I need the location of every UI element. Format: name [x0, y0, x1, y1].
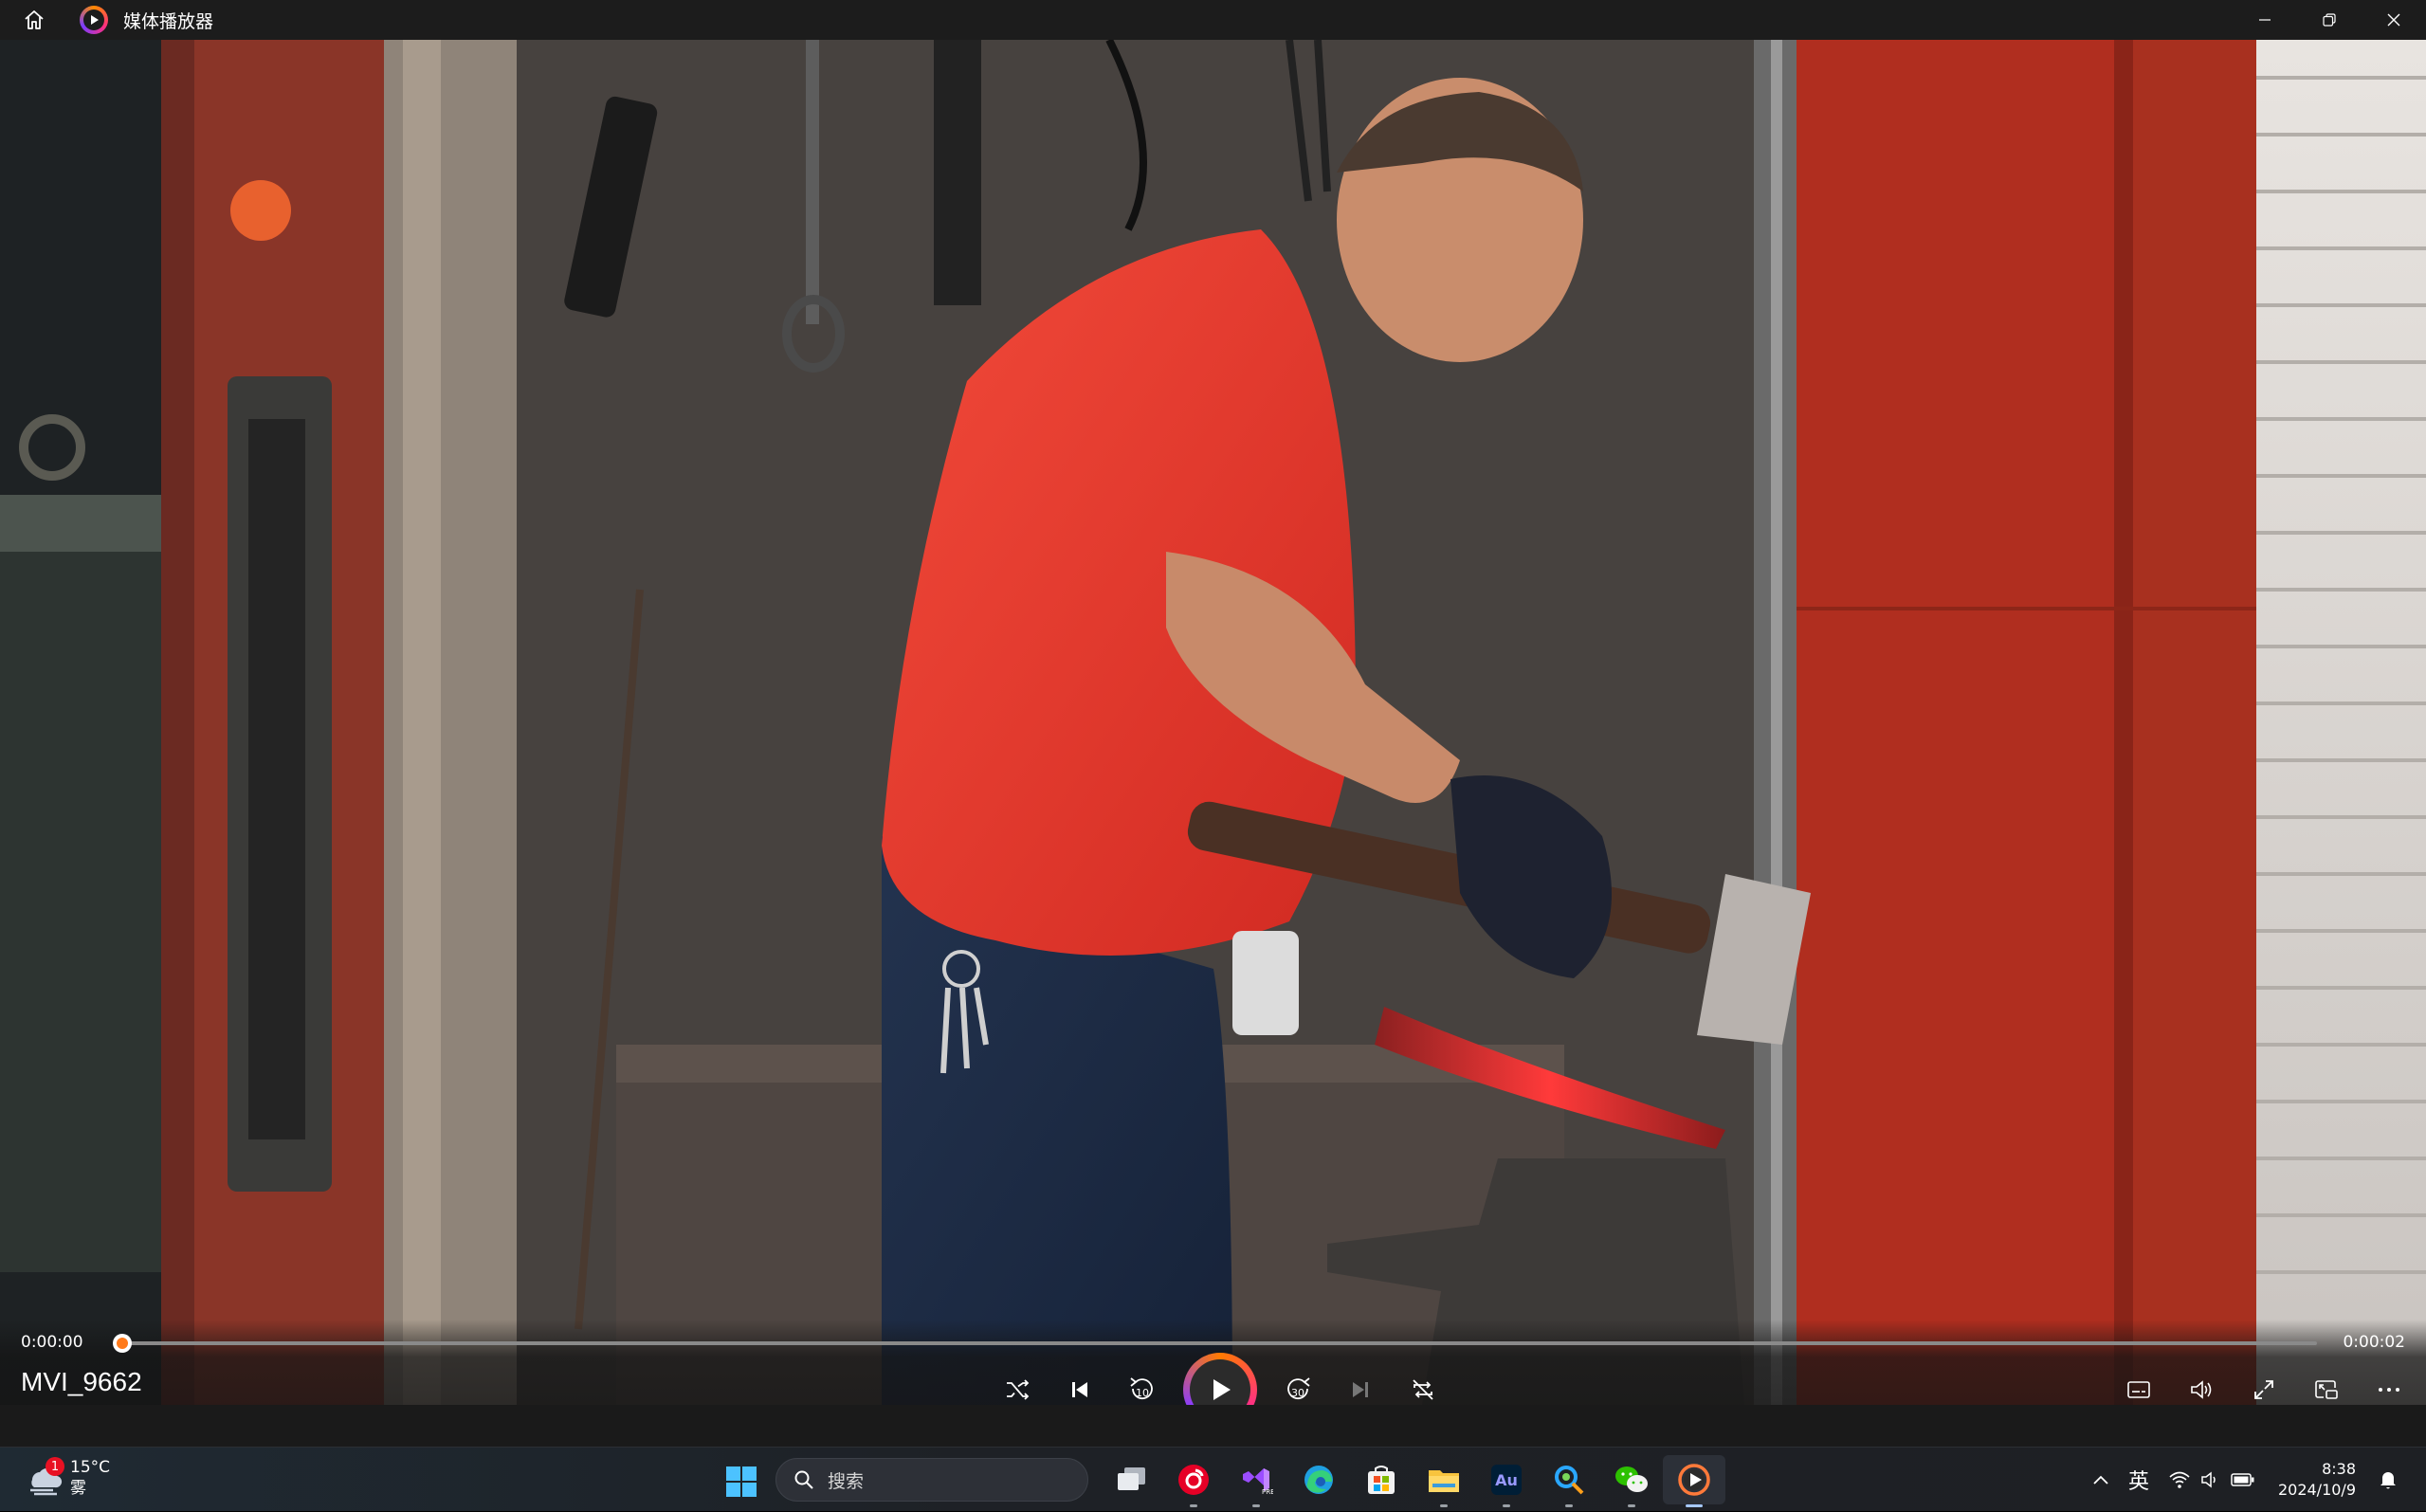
audition-icon: Au: [1491, 1465, 1522, 1495]
weather-condition: 雾: [70, 1479, 86, 1498]
video-frame[interactable]: 0:00:00 0:00:02: [0, 40, 2426, 1405]
bell-icon: [2380, 1472, 2396, 1489]
netease-music-icon: [1178, 1465, 1209, 1495]
task-view-icon: [1118, 1467, 1145, 1490]
clock-date: 2024/10/9: [2277, 1481, 2356, 1499]
player-bottom-strip: [0, 1405, 2426, 1447]
taskbar-task-view[interactable]: [1100, 1455, 1162, 1504]
show-hidden-icons-button[interactable]: [2083, 1448, 2119, 1512]
edge-browser-icon: [1304, 1466, 1333, 1494]
media-title: MVI_9662: [21, 1367, 142, 1396]
svg-text:PRE: PRE: [1262, 1488, 1273, 1496]
svg-text:Au: Au: [1495, 1471, 1518, 1489]
svg-text:10: 10: [1136, 1387, 1149, 1399]
play-icon: [1213, 1379, 1231, 1400]
minimize-icon: [2259, 19, 2271, 21]
rewind-10-icon: 10: [1130, 1377, 1153, 1400]
folder-icon: [1429, 1470, 1459, 1492]
video-scene-image: [0, 40, 2426, 1405]
volume-icon: [2191, 1380, 2212, 1399]
taskbar-wechat[interactable]: [1600, 1455, 1663, 1507]
window-title: 媒体播放器: [123, 10, 214, 32]
taskbar-file-explorer[interactable]: [1413, 1455, 1475, 1507]
input-language[interactable]: 英: [2119, 1448, 2159, 1512]
taskbar-netease-music[interactable]: [1162, 1455, 1225, 1507]
taskbar: 1 15°C 雾 搜索 PRE Au 英 8:38 2024/10/9: [0, 1447, 2426, 1511]
more-icon: [2379, 1388, 2399, 1392]
fullscreen-icon: [2254, 1380, 2273, 1399]
store-icon: [1368, 1466, 1395, 1494]
repeat-off-icon: [1413, 1379, 1433, 1400]
weather-widget[interactable]: 1 15°C 雾: [25, 1457, 110, 1499]
battery-icon: [2231, 1473, 2254, 1486]
taskbar-apps: PRE Au: [1100, 1455, 1725, 1507]
minimize-button[interactable]: [2233, 0, 2297, 40]
weather-badge: 1: [46, 1457, 64, 1476]
player-controls-bottom: MVI_9662 10 30: [0, 1310, 2426, 1427]
speaker-icon: [2201, 1471, 2216, 1488]
home-button[interactable]: [0, 0, 68, 40]
taskbar-microsoft-store[interactable]: [1350, 1455, 1413, 1504]
clock[interactable]: 8:38 2024/10/9: [2265, 1459, 2369, 1501]
taskbar-audition[interactable]: Au: [1475, 1455, 1538, 1507]
home-icon: [25, 10, 44, 29]
wifi-icon: [2169, 1471, 2190, 1488]
restore-icon: [2323, 13, 2336, 27]
visual-studio-icon: PRE: [1243, 1468, 1273, 1496]
taskbar-media-player[interactable]: [1663, 1455, 1725, 1507]
media-player-icon: [80, 6, 108, 34]
colorful-search-icon: [1555, 1466, 1584, 1495]
wechat-icon: [1615, 1466, 1648, 1492]
taskbar-search-app[interactable]: [1538, 1455, 1600, 1507]
miniplayer-icon: [2315, 1380, 2338, 1399]
search-placeholder: 搜索: [828, 1470, 865, 1492]
notifications-button[interactable]: [2369, 1448, 2407, 1512]
previous-icon: [1072, 1382, 1087, 1397]
restore-button[interactable]: [2297, 0, 2362, 40]
taskbar-edge[interactable]: [1287, 1455, 1350, 1504]
system-tray: 英 8:38 2024/10/9: [2083, 1448, 2407, 1512]
title-bar: 媒体播放器: [0, 0, 2426, 40]
taskbar-visual-studio[interactable]: PRE: [1225, 1455, 1287, 1507]
shuffle-icon: [1007, 1379, 1030, 1400]
search-icon: [794, 1470, 813, 1489]
forward-30-icon: 30: [1287, 1377, 1310, 1400]
svg-text:30: 30: [1291, 1387, 1304, 1399]
weather-temperature: 15°C: [70, 1458, 111, 1477]
captions-icon: [2127, 1381, 2150, 1398]
taskbar-search-box[interactable]: 搜索: [775, 1458, 1088, 1502]
clock-time: 8:38: [2322, 1460, 2356, 1478]
windows-logo-icon: [726, 1466, 757, 1497]
start-button[interactable]: [721, 1461, 762, 1503]
network-volume-battery[interactable]: [2159, 1448, 2265, 1512]
fog-weather-icon: 1: [25, 1457, 64, 1497]
next-icon: [1353, 1382, 1368, 1397]
close-button[interactable]: [2362, 0, 2426, 40]
close-icon: [2387, 13, 2400, 27]
chevron-up-icon: [2093, 1475, 2108, 1485]
media-player-taskbar-icon: [1678, 1464, 1710, 1496]
